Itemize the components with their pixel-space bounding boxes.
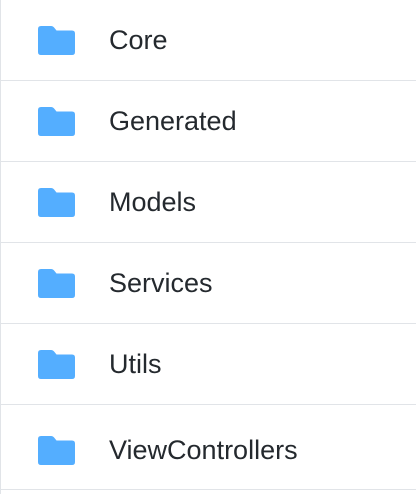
folder-icon <box>38 187 75 217</box>
folder-icon <box>38 25 75 55</box>
folder-icon <box>38 435 75 465</box>
folder-row-utils[interactable]: Utils <box>1 324 416 405</box>
folder-name[interactable]: Generated <box>109 105 237 137</box>
folder-list: Core Generated Models Services Utils Vie… <box>0 0 416 494</box>
folder-name[interactable]: Models <box>109 186 196 218</box>
folder-icon <box>38 349 75 379</box>
folder-row-core[interactable]: Core <box>1 0 416 81</box>
divider <box>1 489 416 490</box>
folder-name[interactable]: Core <box>109 24 168 56</box>
folder-row-services[interactable]: Services <box>1 243 416 324</box>
folder-name[interactable]: Services <box>109 267 213 299</box>
folder-row-viewcontrollers[interactable]: ViewControllers <box>1 405 416 494</box>
folder-row-generated[interactable]: Generated <box>1 81 416 162</box>
folder-name[interactable]: ViewControllers <box>109 434 298 466</box>
folder-name[interactable]: Utils <box>109 348 162 380</box>
folder-row-models[interactable]: Models <box>1 162 416 243</box>
folder-icon <box>38 106 75 136</box>
folder-icon <box>38 268 75 298</box>
